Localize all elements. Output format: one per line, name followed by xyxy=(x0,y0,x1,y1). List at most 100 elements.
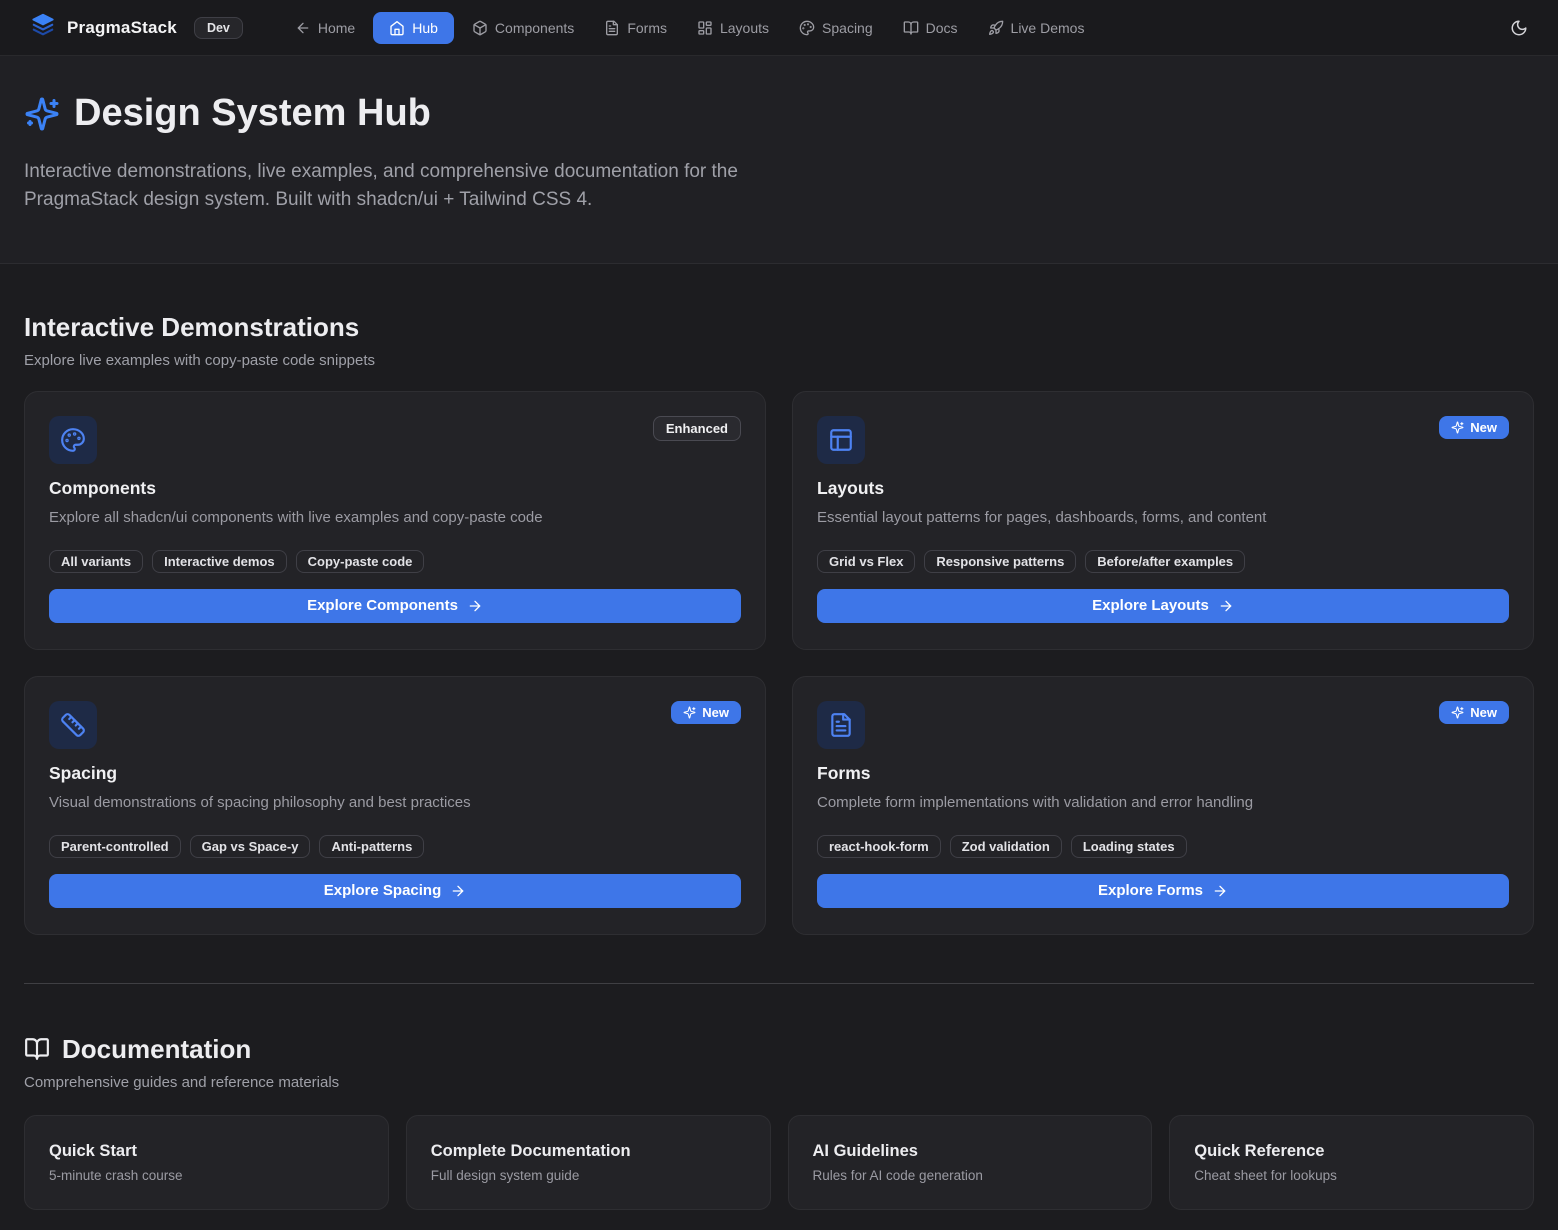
navbar: PragmaStack Dev Home Hub Components Fo xyxy=(0,0,1558,56)
tag-row: Parent-controlled Gap vs Space-y Anti-pa… xyxy=(49,835,741,858)
nav-item-home[interactable]: Home xyxy=(283,12,367,44)
status-badge: New xyxy=(1439,701,1509,724)
badge-label: New xyxy=(1470,420,1497,435)
card-description: Complete form implementations with valid… xyxy=(817,792,1509,813)
nav-label: Layouts xyxy=(720,20,769,36)
demos-subheading: Explore live examples with copy-paste co… xyxy=(24,352,1534,369)
sparkles-icon xyxy=(683,706,696,719)
main-nav: Home Hub Components Forms Layouts xyxy=(283,12,1097,44)
rocket-icon xyxy=(988,20,1004,36)
nav-label: Live Demos xyxy=(1011,20,1085,36)
nav-item-live-demos[interactable]: Live Demos xyxy=(976,12,1097,44)
brand-name: PragmaStack xyxy=(67,18,177,38)
card-description: Essential layout patterns for pages, das… xyxy=(817,507,1509,528)
demo-card-grid: Enhanced Components Explore all shadcn/u… xyxy=(24,391,1534,935)
demo-card-components: Enhanced Components Explore all shadcn/u… xyxy=(24,391,766,650)
documentation-section: Documentation Comprehensive guides and r… xyxy=(24,984,1534,1210)
nav-item-layouts[interactable]: Layouts xyxy=(685,12,781,44)
demo-card-layouts: New Layouts Essential layout patterns fo… xyxy=(792,391,1534,650)
status-badge: Enhanced xyxy=(653,416,741,441)
tag: Responsive patterns xyxy=(924,550,1076,573)
button-label: Explore Forms xyxy=(1098,882,1203,899)
arrow-right-icon xyxy=(1218,598,1234,614)
demo-card-forms: New Forms Complete form implementations … xyxy=(792,676,1534,935)
docs-subheading: Comprehensive guides and reference mater… xyxy=(24,1074,1534,1091)
nav-label: Hub xyxy=(412,20,438,36)
page-description: Interactive demonstrations, live example… xyxy=(24,158,769,215)
book-open-icon xyxy=(903,20,919,36)
tag-row: Grid vs Flex Responsive patterns Before/… xyxy=(817,550,1509,573)
sparkles-icon xyxy=(1451,706,1464,719)
sparkles-icon xyxy=(1451,421,1464,434)
tag: Gap vs Space-y xyxy=(190,835,311,858)
hero-section: Design System Hub Interactive demonstrat… xyxy=(0,56,1558,264)
demo-card-spacing: New Spacing Visual demonstrations of spa… xyxy=(24,676,766,935)
button-label: Explore Layouts xyxy=(1092,597,1209,614)
card-title: Spacing xyxy=(49,763,741,784)
theme-toggle-button[interactable] xyxy=(1510,19,1528,37)
doc-card-description: Full design system guide xyxy=(431,1168,746,1183)
home-icon xyxy=(389,20,405,36)
explore-forms-button[interactable]: Explore Forms xyxy=(817,874,1509,908)
tag: Interactive demos xyxy=(152,550,287,573)
badge-label: New xyxy=(702,705,729,720)
card-title: Layouts xyxy=(817,478,1509,499)
box-icon xyxy=(472,20,488,36)
nav-item-components[interactable]: Components xyxy=(460,12,586,44)
arrow-right-icon xyxy=(1212,883,1228,899)
panels-top-icon xyxy=(817,416,865,464)
nav-label: Spacing xyxy=(822,20,873,36)
button-label: Explore Spacing xyxy=(324,882,442,899)
doc-card-title: Quick Start xyxy=(49,1142,364,1161)
tag: Anti-patterns xyxy=(319,835,424,858)
tag: Before/after examples xyxy=(1085,550,1245,573)
doc-card-complete-documentation[interactable]: Complete Documentation Full design syste… xyxy=(406,1115,771,1210)
sparkles-icon xyxy=(24,96,60,132)
nav-item-docs[interactable]: Docs xyxy=(891,12,970,44)
status-badge: New xyxy=(671,701,741,724)
arrow-right-icon xyxy=(450,883,466,899)
doc-card-grid: Quick Start 5-minute crash course Comple… xyxy=(24,1115,1534,1210)
arrow-left-icon xyxy=(295,20,311,36)
doc-card-ai-guidelines[interactable]: AI Guidelines Rules for AI code generati… xyxy=(788,1115,1153,1210)
explore-layouts-button[interactable]: Explore Layouts xyxy=(817,589,1509,623)
doc-card-quick-start[interactable]: Quick Start 5-minute crash course xyxy=(24,1115,389,1210)
doc-card-description: 5-minute crash course xyxy=(49,1168,364,1183)
layers-logo-icon xyxy=(30,12,56,43)
tag: Parent-controlled xyxy=(49,835,181,858)
tag: Zod validation xyxy=(950,835,1062,858)
explore-spacing-button[interactable]: Explore Spacing xyxy=(49,874,741,908)
doc-card-description: Cheat sheet for lookups xyxy=(1194,1168,1509,1183)
explore-components-button[interactable]: Explore Components xyxy=(49,589,741,623)
arrow-right-icon xyxy=(467,598,483,614)
card-title: Components xyxy=(49,478,741,499)
tag-row: All variants Interactive demos Copy-past… xyxy=(49,550,741,573)
card-description: Explore all shadcn/ui components with li… xyxy=(49,507,741,528)
moon-icon xyxy=(1510,19,1528,37)
tag: All variants xyxy=(49,550,143,573)
book-open-icon xyxy=(24,1036,50,1062)
card-title: Forms xyxy=(817,763,1509,784)
nav-label: Docs xyxy=(926,20,958,36)
doc-card-title: Quick Reference xyxy=(1194,1142,1509,1161)
docs-heading: Documentation xyxy=(62,1034,251,1065)
tag-row: react-hook-form Zod validation Loading s… xyxy=(817,835,1509,858)
demos-section: Interactive Demonstrations Explore live … xyxy=(24,264,1534,935)
status-badge: New xyxy=(1439,416,1509,439)
tag: Copy-paste code xyxy=(296,550,425,573)
badge-label: New xyxy=(1470,705,1497,720)
tag: Loading states xyxy=(1071,835,1187,858)
button-label: Explore Components xyxy=(307,597,458,614)
palette-icon xyxy=(49,416,97,464)
nav-item-spacing[interactable]: Spacing xyxy=(787,12,885,44)
tag: react-hook-form xyxy=(817,835,941,858)
nav-label: Forms xyxy=(627,20,667,36)
brand[interactable]: PragmaStack Dev xyxy=(30,12,243,43)
doc-card-title: AI Guidelines xyxy=(813,1142,1128,1161)
nav-item-forms[interactable]: Forms xyxy=(592,12,679,44)
nav-item-hub[interactable]: Hub xyxy=(373,12,454,44)
page-title: Design System Hub xyxy=(74,92,431,136)
layout-dashboard-icon xyxy=(697,20,713,36)
main-content: Interactive Demonstrations Explore live … xyxy=(0,264,1558,1230)
doc-card-quick-reference[interactable]: Quick Reference Cheat sheet for lookups xyxy=(1169,1115,1534,1210)
